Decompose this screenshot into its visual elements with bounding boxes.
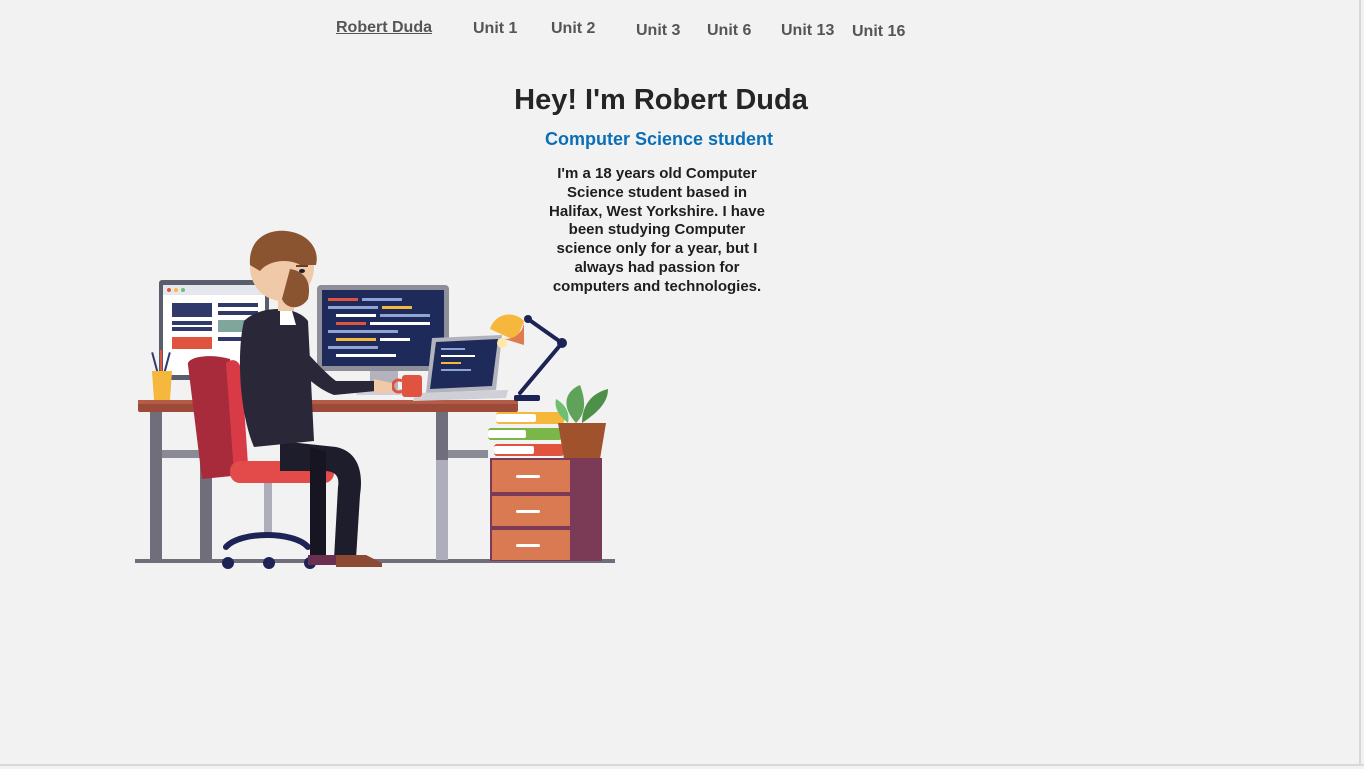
nav-link-unit-16[interactable]: Unit 16: [852, 23, 905, 41]
page: Robert Duda Unit 1 Unit 2 Unit 3 Unit 6 …: [0, 0, 1364, 769]
page-title: Hey! I'm Robert Duda: [514, 84, 808, 116]
window-right-border: [1359, 0, 1361, 764]
desk-lamp: [490, 314, 567, 401]
pencil-cup: [151, 350, 172, 400]
nav-link-unit-6[interactable]: Unit 6: [707, 22, 751, 40]
book-stack: [488, 412, 564, 456]
nav-link-unit-2[interactable]: Unit 2: [551, 20, 595, 38]
developer-person: [239, 230, 392, 567]
nav-link-home[interactable]: Robert Duda: [336, 19, 432, 37]
page-subtitle: Computer Science student: [544, 129, 774, 149]
window-bottom-border: [0, 764, 1364, 766]
nav-link-unit-1[interactable]: Unit 1: [473, 20, 517, 38]
developer-at-desk-illustration: [135, 230, 615, 569]
nav-link-unit-13[interactable]: Unit 13: [781, 22, 834, 40]
drawer-cabinet: [490, 458, 602, 561]
nav-link-unit-3[interactable]: Unit 3: [636, 22, 680, 40]
